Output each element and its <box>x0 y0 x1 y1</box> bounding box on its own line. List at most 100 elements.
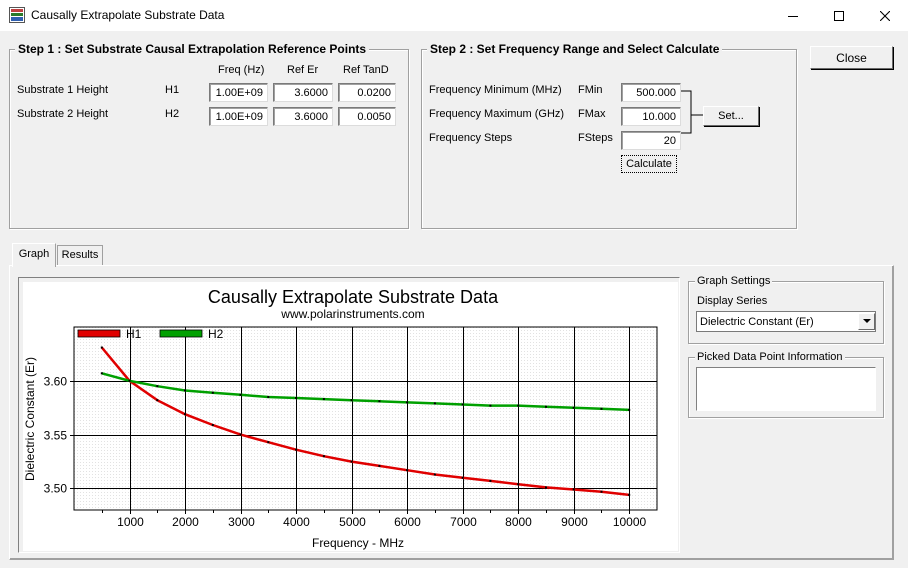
fmax-short: FMax <box>578 108 606 120</box>
data-point <box>184 413 186 416</box>
data-point <box>517 404 520 407</box>
h2-label: H2 <box>165 108 180 120</box>
data-point <box>406 469 409 472</box>
x-tick-label: 5000 <box>339 515 366 529</box>
set-button[interactable]: Set... <box>703 106 759 126</box>
y-tick-label: 3.60 <box>44 375 68 389</box>
chart-plot[interactable]: Causally Extrapolate Substrate Data www.… <box>20 279 678 551</box>
data-point <box>572 488 575 491</box>
data-point <box>406 401 409 404</box>
close-button[interactable]: Close <box>810 46 893 69</box>
data-point <box>267 441 270 444</box>
data-point <box>295 448 298 451</box>
h2-tand-field[interactable]: 0.0050 <box>338 107 396 126</box>
col-header-freq: Freq (Hz) <box>218 64 265 76</box>
tab-results[interactable]: Results <box>57 245 103 265</box>
maximize-icon <box>834 10 844 21</box>
chart-frame: Causally Extrapolate Substrate Data www.… <box>18 277 680 553</box>
data-point <box>628 408 631 411</box>
data-point <box>461 476 464 479</box>
h2-er-field[interactable]: 3.6000 <box>273 107 333 126</box>
data-point <box>600 407 603 410</box>
data-point <box>184 389 186 392</box>
data-point <box>156 399 159 402</box>
fmin-short: FMin <box>578 84 603 96</box>
data-point <box>239 393 242 396</box>
data-point <box>628 493 631 496</box>
data-point <box>350 460 353 463</box>
h1-er-field[interactable]: 3.6000 <box>273 83 333 102</box>
fmin-field[interactable]: 500.000 <box>621 83 681 102</box>
step1-group <box>9 49 409 229</box>
x-axis-label: Frequency - MHz <box>312 536 404 550</box>
legend-swatch-h2 <box>159 329 203 338</box>
fsteps-short: FSteps <box>578 132 613 144</box>
fsteps-label: Frequency Steps <box>429 132 513 144</box>
h1-freq-field[interactable]: 1.00E+09 <box>209 83 268 102</box>
data-point <box>211 424 214 426</box>
picked-data-box[interactable] <box>696 367 876 411</box>
data-point <box>295 397 298 399</box>
data-point <box>100 372 103 375</box>
range-bracket <box>681 90 703 134</box>
fmin-label: Frequency Minimum (MHz) <box>429 84 562 96</box>
step1-title: Step 1 : Set Substrate Causal Extrapolat… <box>15 42 370 56</box>
x-tick-label: 4000 <box>283 515 310 529</box>
y-tick-label: 3.55 <box>44 429 68 443</box>
data-point <box>572 406 575 409</box>
x-tick-label: 6000 <box>394 515 421 529</box>
close-window-button[interactable] <box>862 0 908 31</box>
x-tick-label: 10000 <box>613 515 647 529</box>
data-point <box>239 433 242 436</box>
plot-area <box>73 326 658 511</box>
legend-label-h2: H2 <box>208 327 224 341</box>
data-point <box>156 385 159 388</box>
picked-data-title: Picked Data Point Information <box>695 351 845 363</box>
data-point <box>433 473 436 476</box>
legend-swatch-h1 <box>77 329 121 338</box>
x-tick-label: 3000 <box>228 515 255 529</box>
col-header-tand: Ref TanD <box>343 64 389 76</box>
x-tick-label: 1000 <box>117 515 144 529</box>
x-tick-label: 9000 <box>561 515 588 529</box>
y-axis-label: Dielectric Constant (Er) <box>23 357 37 481</box>
maximize-button[interactable] <box>816 0 862 31</box>
display-series-select[interactable]: Dielectric Constant (Er) <box>696 311 876 332</box>
display-series-value: Dielectric Constant (Er) <box>700 316 814 328</box>
step2-title: Step 2 : Set Frequency Range and Select … <box>427 42 723 56</box>
data-point <box>545 405 547 408</box>
data-point <box>489 404 492 407</box>
fsteps-field[interactable]: 20 <box>621 131 681 150</box>
data-point <box>378 400 381 403</box>
data-point <box>128 379 131 382</box>
graph-settings-title: Graph Settings <box>695 275 773 287</box>
chart-title: Causally Extrapolate Substrate Data <box>208 287 499 307</box>
data-point <box>322 455 325 458</box>
chevron-down-icon[interactable] <box>858 313 875 330</box>
data-point <box>461 403 464 406</box>
data-point <box>322 398 325 401</box>
data-point <box>600 490 603 493</box>
fmax-field[interactable]: 10.000 <box>621 107 681 126</box>
fmax-label: Frequency Maximum (GHz) <box>429 108 565 120</box>
data-point <box>489 479 492 482</box>
substrate-app-icon <box>9 7 25 23</box>
data-point <box>517 483 520 486</box>
substrate2-label: Substrate 2 Height <box>17 108 109 120</box>
h1-tand-field[interactable]: 0.0200 <box>338 83 396 102</box>
data-point <box>545 486 547 489</box>
data-point <box>433 402 436 405</box>
tab-graph[interactable]: Graph <box>12 243 56 267</box>
y-tick-label: 3.50 <box>44 482 68 496</box>
minimize-button[interactable] <box>770 0 816 31</box>
calculate-button[interactable]: Calculate <box>621 155 677 173</box>
chart-subtitle: www.polarinstruments.com <box>280 307 424 321</box>
x-tick-label: 7000 <box>450 515 477 529</box>
x-tick-label: 8000 <box>505 515 532 529</box>
data-point <box>267 396 270 398</box>
substrate1-label: Substrate 1 Height <box>17 84 109 96</box>
close-icon <box>880 10 890 21</box>
x-tick-label: 2000 <box>172 515 199 529</box>
legend-label-h1: H1 <box>126 327 142 341</box>
h2-freq-field[interactable]: 1.00E+09 <box>209 107 268 126</box>
